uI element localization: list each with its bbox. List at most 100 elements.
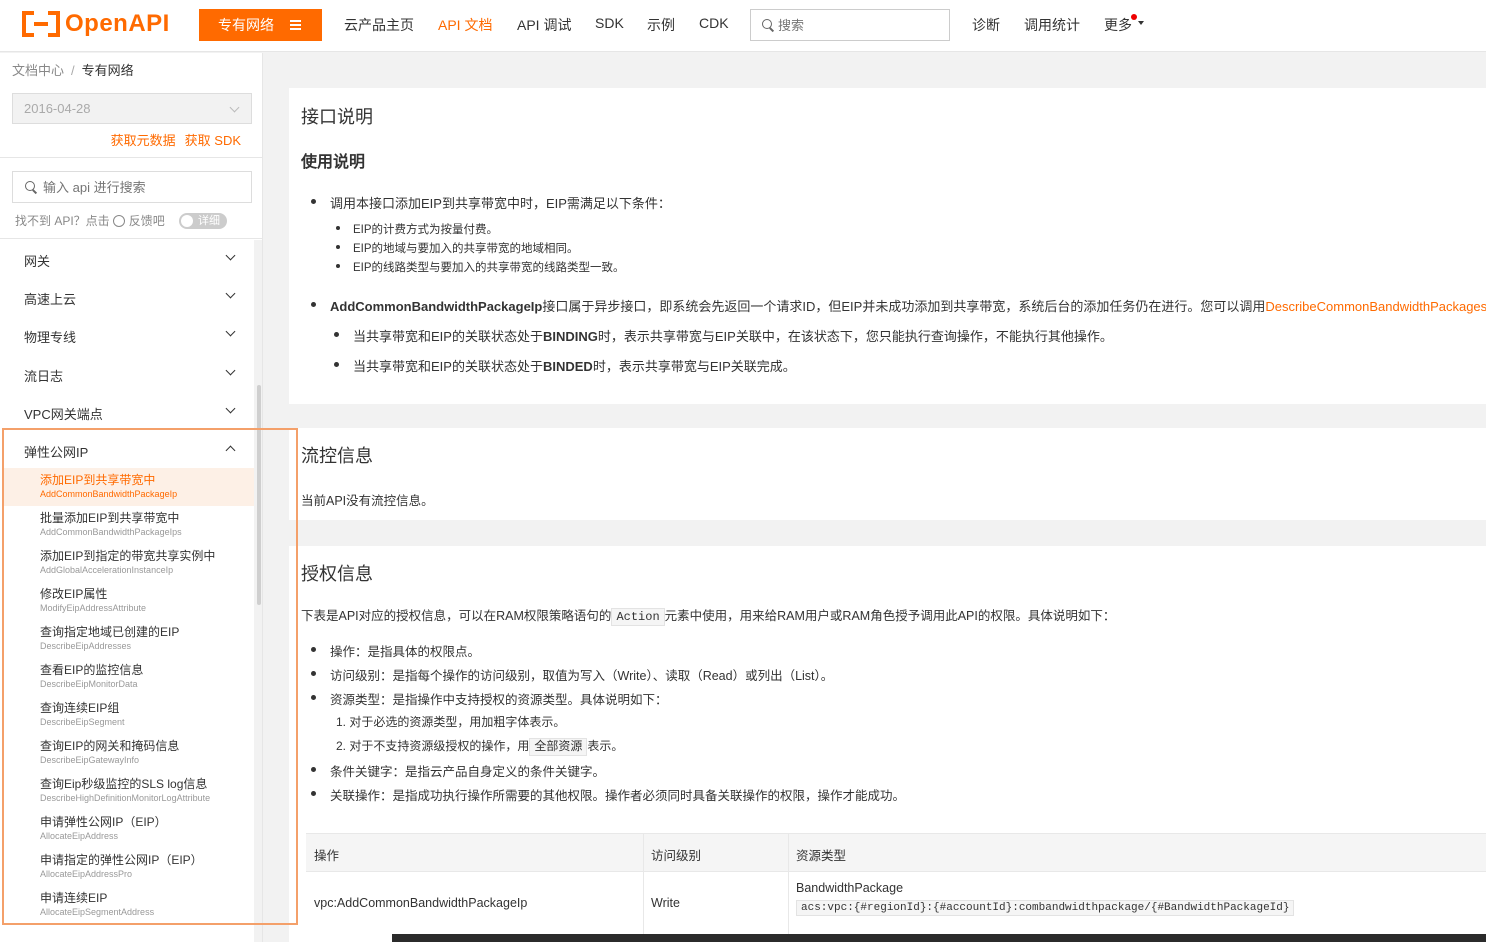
auth-bullet: 访问级别：是指每个操作的访问级别，取值为写入（Write）、读取（Read）或列… bbox=[310, 665, 833, 684]
nav-product-home[interactable]: 云产品主页 bbox=[344, 15, 414, 35]
meta-links: 获取元数据 获取 SDK bbox=[102, 130, 241, 149]
breadcrumb-root[interactable]: 文档中心 bbox=[12, 63, 64, 78]
chevron-down-icon bbox=[225, 250, 236, 261]
get-metadata-link[interactable]: 获取元数据 bbox=[111, 133, 176, 148]
smile-icon bbox=[112, 214, 125, 227]
logo-text: OpenAPI bbox=[65, 10, 170, 37]
nav-diagnose[interactable]: 诊断 bbox=[972, 15, 1000, 35]
table-header: 操作 bbox=[314, 849, 340, 863]
api-item[interactable]: 查询Eip秒级监控的SLS log信息 DescribeHighDefiniti… bbox=[4, 772, 254, 810]
category-vpc-endpoint[interactable]: VPC网关端点 bbox=[0, 393, 254, 431]
api-item-title: 修改EIP属性 bbox=[40, 587, 108, 601]
version-select[interactable]: 2016-04-28 bbox=[12, 93, 252, 124]
category-label: 高速上云 bbox=[24, 292, 77, 307]
api-sidebar: 文档中心 / 专有网络 2016-04-28 获取元数据获取 SDK 找不到 API… bbox=[0, 53, 263, 942]
toggle-knob bbox=[181, 215, 193, 227]
global-search-input[interactable] bbox=[778, 17, 938, 33]
api-item-name: DescribeHighDefinitionMonitorLogAttribut… bbox=[40, 793, 211, 803]
api-item-name: DescribeEipMonitorData bbox=[40, 679, 138, 689]
nav-cdk[interactable]: CDK bbox=[699, 15, 729, 31]
category-express-connect[interactable]: 高速上云 bbox=[0, 278, 254, 316]
numbered-item: 1. 对于必选的资源类型，用加粗字体表示。 bbox=[336, 715, 566, 729]
api-item-name: DescribeEipSegment bbox=[40, 717, 125, 727]
notification-dot-icon bbox=[1131, 14, 1137, 20]
sidebar-scroll-thumb[interactable] bbox=[257, 385, 261, 605]
interface-description-panel: 接口说明 使用说明 调用本接口添加EIP到共享带宽中时，EIP需满足以下条件： … bbox=[289, 88, 1486, 404]
table-header: 访问级别 bbox=[651, 849, 702, 863]
api-item-active[interactable]: 添加EIP到共享带宽中 AddCommonBandwidthPackageIp bbox=[4, 468, 254, 506]
global-search-box[interactable] bbox=[750, 9, 950, 41]
divider bbox=[0, 157, 262, 158]
column-divider bbox=[788, 834, 789, 938]
intro-text: 下表是API对应的授权信息，可以在RAM权限策略语句的 bbox=[301, 609, 612, 623]
api-item-title: 添加EIP到共享带宽中 bbox=[40, 473, 156, 487]
auth-bullet: 操作：是指具体的权限点。 bbox=[310, 641, 480, 660]
api-item[interactable]: 申请指定的弹性公网IP（EIP） AllocateEipAddressPro bbox=[4, 848, 254, 886]
get-sdk-link[interactable]: 获取 SDK bbox=[185, 133, 241, 148]
nav-sdk[interactable]: SDK bbox=[595, 15, 624, 31]
category-label: 流日志 bbox=[24, 369, 64, 384]
api-item-name: ModifyEipAddressAttribute bbox=[40, 603, 147, 613]
authorization-panel: 授权信息 下表是API对应的授权信息，可以在RAM权限策略语句的 Action 元素… bbox=[289, 546, 1486, 942]
api-item-title: 添加EIP到指定的带宽共享实例中 bbox=[40, 549, 216, 563]
state-text: 时，表示共享带宽与EIP关联完成。 bbox=[592, 359, 796, 374]
section-title: 流控信息 bbox=[301, 446, 373, 466]
nav-api-docs[interactable]: API 文档 bbox=[438, 15, 492, 35]
openapi-logo[interactable]: OpenAPI bbox=[22, 9, 170, 39]
category-flow-log[interactable]: 流日志 bbox=[0, 355, 254, 393]
api-search-box[interactable] bbox=[12, 171, 252, 203]
async-bullet: AddCommonBandwidthPackageIp接口属于异步接口，即系统会… bbox=[310, 296, 1486, 315]
api-item[interactable]: 申请连续EIP AllocateEipSegmentAddress bbox=[4, 886, 254, 924]
condition-bullet: 调用本接口添加EIP到共享带宽中时，EIP需满足以下条件： bbox=[311, 193, 671, 212]
api-item[interactable]: 查询指定地域已创建的EIP DescribeEipAddresses bbox=[4, 620, 254, 658]
category-eip-expanded[interactable]: 弹性公网IP bbox=[0, 431, 254, 469]
toggle-label: 详细 bbox=[198, 215, 220, 227]
api-item[interactable]: 查询连续EIP组 DescribeEipSegment bbox=[4, 696, 254, 734]
api-item-title: 查看EIP的监控信息 bbox=[40, 663, 144, 677]
chevron-down-icon bbox=[225, 326, 236, 337]
product-menu-label: 专有网络 bbox=[218, 17, 274, 33]
api-search-input[interactable] bbox=[43, 179, 243, 195]
intro-text: 元素中使用，用来给RAM用户或RAM角色授予调用此API的权限。具体说明如下： bbox=[664, 609, 1116, 623]
auth-bullet: 关联操作：是指成功执行操作所需要的其他权限。操作者必须同时具备关联操作的权限，操… bbox=[310, 785, 905, 804]
product-menu-button[interactable]: 专有网络 bbox=[199, 9, 322, 41]
api-item-name: AllocateEipAddress bbox=[40, 831, 119, 841]
bracket-logo-icon bbox=[22, 11, 60, 37]
sub-bullet: EIP的线路类型与要加入的共享带宽的线路类型一致。 bbox=[336, 259, 625, 275]
auth-bullet: 条件关键字：是指云产品自身定义的条件关键字。 bbox=[310, 761, 605, 780]
api-item[interactable]: 批量添加EIP到共享带宽中 AddCommonBandwidthPackageI… bbox=[4, 506, 254, 544]
nav-examples[interactable]: 示例 bbox=[647, 15, 675, 35]
async-text: 接口属于异步接口，即系统会先返回一个请求ID，但EIP并未成功添加到共享带宽，系… bbox=[542, 299, 1266, 314]
nav-usage-stats[interactable]: 调用统计 bbox=[1024, 15, 1080, 35]
resource-name-cell: BandwidthPackage bbox=[796, 881, 904, 895]
feedback-link[interactable]: 反馈吧 bbox=[129, 212, 165, 229]
numbered-text: 表示。 bbox=[587, 739, 624, 753]
state-text: 当共享带宽和EIP的关联状态处于 bbox=[353, 359, 543, 374]
api-item[interactable]: 添加EIP到指定的带宽共享实例中 AddGlobalAccelerationIn… bbox=[4, 544, 254, 582]
describe-api-link[interactable]: DescribeCommonBandwidthPackages bbox=[1265, 299, 1486, 314]
numbered-item: 2. 对于不支持资源级授权的操作，用 全部资源 表示。 bbox=[336, 737, 624, 756]
api-item-name: DescribeEipGatewayInfo bbox=[40, 755, 140, 765]
nav-api-debug[interactable]: API 调试 bbox=[517, 15, 571, 35]
taskbar-strip bbox=[392, 934, 1486, 942]
category-label: 弹性公网IP bbox=[24, 445, 89, 460]
category-gateway[interactable]: 网关 bbox=[0, 240, 254, 278]
api-item-name: AddCommonBandwidthPackageIps bbox=[40, 527, 182, 537]
detail-toggle[interactable]: 详细 bbox=[179, 213, 227, 229]
numbered-text: 2. 对于不支持资源级授权的操作，用 bbox=[336, 739, 530, 753]
api-item[interactable]: 修改EIP属性 ModifyEipAddressAttribute bbox=[4, 582, 254, 620]
api-item[interactable]: 申请弹性公网IP（EIP） AllocateEipAddress bbox=[4, 810, 254, 848]
api-item[interactable]: 查看EIP的监控信息 DescribeEipMonitorData bbox=[4, 658, 254, 696]
hamburger-icon bbox=[290, 20, 301, 30]
api-item-name: AddGlobalAccelerationInstanceIp bbox=[40, 565, 174, 575]
table-row: vpc:AddCommonBandwidthPackageIp Write Ba… bbox=[306, 872, 1486, 938]
api-item[interactable]: 查询EIP的网关和掩码信息 DescribeEipGatewayInfo bbox=[4, 734, 254, 772]
category-physical-connection[interactable]: 物理专线 bbox=[0, 316, 254, 354]
section-title: 接口说明 bbox=[301, 107, 373, 127]
api-name-bold: AddCommonBandwidthPackageIp bbox=[330, 299, 543, 314]
authorization-intro: 下表是API对应的授权信息，可以在RAM权限策略语句的 Action 元素中使用，用… bbox=[301, 605, 1116, 626]
chevron-up-icon bbox=[225, 445, 236, 456]
api-item-title: 查询指定地域已创建的EIP bbox=[40, 625, 180, 639]
nav-more[interactable]: 更多 bbox=[1104, 15, 1132, 35]
action-code: Action bbox=[611, 608, 665, 626]
